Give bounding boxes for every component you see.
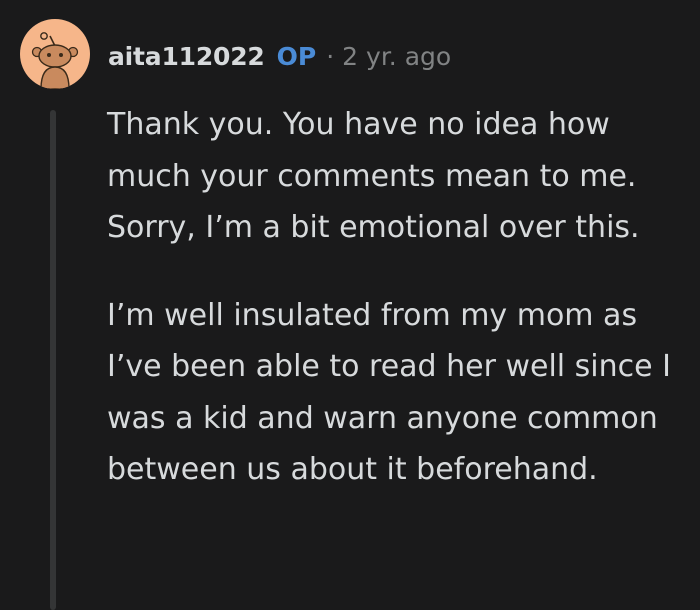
snoo-avatar-icon (31, 32, 79, 89)
comment-meta: aita112022 OP · 2 yr. ago (108, 36, 451, 76)
comment-paragraph: Thank you. You have no idea how much you… (107, 107, 640, 245)
op-badge: OP (276, 41, 317, 71)
thread-collapse-line[interactable] (50, 110, 56, 610)
comment: aita112022 OP · 2 yr. ago Thank you. You… (0, 0, 700, 610)
avatar[interactable] (20, 19, 90, 89)
comment-paragraph: I’m well insulated from my mom as I’ve b… (107, 297, 671, 488)
comment-body: Thank you. You have no idea how much you… (107, 99, 692, 496)
username-link[interactable]: aita112022 (108, 42, 265, 71)
timestamp[interactable]: 2 yr. ago (342, 42, 451, 71)
meta-separator: · (326, 41, 335, 71)
